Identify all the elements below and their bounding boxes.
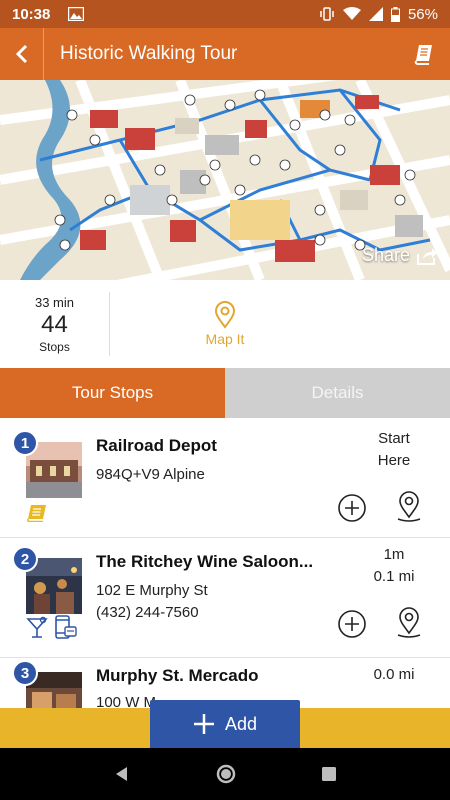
stop-address: 102 E Murphy St — [96, 582, 208, 599]
tab-tour-stops[interactable]: Tour Stops — [0, 368, 225, 418]
map-pin-icon — [397, 491, 421, 522]
home-circle-icon[interactable] — [216, 764, 236, 784]
stop-address: 100 W M — [96, 694, 157, 708]
add-stop-button[interactable] — [335, 491, 369, 525]
list-item[interactable]: 2 The Ritchey Wine Saloon... 102 E Murph… — [0, 538, 450, 658]
navigate-button[interactable] — [392, 489, 426, 523]
page-title: Historic Walking Tour — [60, 43, 238, 64]
stop-number-badge: 1 — [12, 430, 38, 456]
navigate-button[interactable] — [392, 605, 426, 639]
plus-circle-icon — [338, 610, 366, 638]
status-time: 10:38 — [12, 5, 51, 23]
signal-icon — [368, 7, 383, 21]
system-nav-bar — [0, 748, 450, 800]
tab-details[interactable]: Details — [225, 368, 450, 418]
share-icon — [417, 247, 437, 265]
add-stop-button[interactable] — [335, 607, 369, 641]
stop-number-badge: 2 — [12, 546, 38, 572]
add-button-label: Add — [224, 713, 258, 734]
add-button[interactable]: Add — [150, 700, 300, 748]
status-bar: 10:38 56% — [0, 0, 450, 28]
travel-time: 1m — [383, 546, 405, 563]
distance-line-1: Start — [378, 430, 410, 447]
stop-distance: 0.0 mi — [364, 664, 424, 686]
back-button[interactable] — [0, 28, 44, 80]
guide-book-button[interactable] — [398, 28, 450, 80]
back-triangle-icon[interactable] — [113, 765, 131, 783]
vibrate-icon — [320, 7, 334, 21]
stop-name: Railroad Depot — [96, 436, 217, 455]
stop-number-badge: 3 — [12, 660, 38, 686]
phone-icon — [55, 615, 77, 639]
tour-stats: 33 min 44 Stops Map It — [0, 280, 450, 368]
stop-name: The Ritchey Wine Saloon... — [96, 552, 314, 571]
wifi-icon — [342, 7, 361, 20]
gallery-icon — [68, 7, 85, 21]
app-bar: Historic Walking Tour — [0, 28, 450, 80]
share-button[interactable]: Share — [362, 245, 438, 266]
tab-bar: Tour Stops Details — [0, 368, 450, 418]
battery-level: 56% — [407, 5, 438, 23]
travel-distance: 0.1 mi — [373, 568, 415, 585]
plus-icon — [193, 714, 214, 734]
plus-circle-icon — [338, 494, 366, 522]
cocktail-icon — [26, 616, 48, 638]
stop-distance: Start Here — [364, 428, 424, 472]
map-pin-icon — [214, 301, 236, 329]
list-item[interactable]: 1 Railroad Depot 984Q+V9 Alpine Start He… — [0, 418, 450, 538]
stop-phone[interactable]: (432) 244-7560 — [96, 604, 199, 621]
travel-distance: 0.0 mi — [373, 666, 415, 683]
tour-stop-list: 1 Railroad Depot 984Q+V9 Alpine Start He… — [0, 418, 450, 708]
tour-map[interactable]: Share — [0, 80, 450, 280]
book-icon — [414, 45, 432, 65]
map-pin-icon — [397, 607, 421, 638]
stop-name: Murphy St. Mercado — [96, 666, 259, 685]
stop-distance: 1m 0.1 mi — [364, 544, 424, 588]
map-it-label: Map It — [205, 331, 245, 347]
book-icon — [27, 505, 46, 522]
recents-square-icon[interactable] — [321, 766, 337, 782]
distance-line-2: Here — [377, 452, 411, 469]
chevron-left-icon — [15, 44, 27, 64]
battery-icon — [390, 6, 400, 22]
map-it-button[interactable]: Map It — [0, 301, 340, 347]
share-label: Share — [361, 245, 410, 265]
stop-address: 984Q+V9 Alpine — [96, 466, 205, 483]
